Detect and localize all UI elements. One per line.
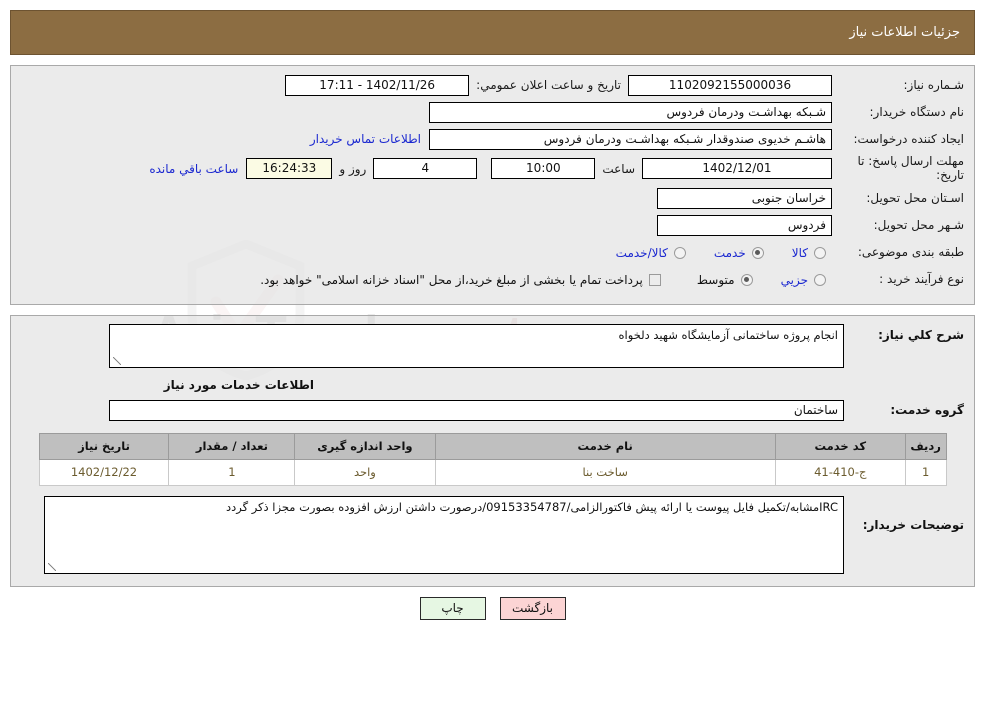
- th-code: کد خدمت: [774, 432, 906, 460]
- creator-value: هاشـم خدیوی صندوقدار شـبکه بهداشـت ودرما…: [429, 128, 832, 150]
- province-value: خراسان جنوبی: [657, 188, 832, 210]
- city-value: فردوس: [657, 215, 832, 237]
- deadline-time-value: 10:00: [491, 158, 596, 180]
- th-date: تاریخ نیاز: [38, 432, 170, 460]
- radio-khedmat-icon[interactable]: [751, 246, 764, 259]
- general-description-label: شرح کلي نیاز:: [878, 327, 964, 342]
- service-group-label: گروه خدمت:: [890, 403, 964, 418]
- announce-value: 1402/11/26 - 17:11: [285, 74, 470, 96]
- need-info-panel: شـماره نیاز: 1102092155000036 تاریخ و سا…: [10, 65, 975, 305]
- need-number-row: شـماره نیاز: 1102092155000036 تاریخ و سا…: [21, 74, 964, 96]
- remaining-label: ساعت باقي مانده: [149, 161, 239, 176]
- creator-row: ایجاد کننده درخواست: هاشـم خدیوی صندوقدا…: [21, 128, 964, 150]
- deadline-label: مهلت ارسال پاسخ: تا تاریخ:: [857, 154, 964, 182]
- resize-grip-icon[interactable]: [112, 356, 122, 366]
- cell-name: ساخت بنا: [434, 458, 776, 486]
- general-description-textarea[interactable]: انجام پروژه ساختمانی آزمایشگاه شهید دلخو…: [109, 323, 844, 368]
- category-option-1-label: خدمت: [713, 245, 746, 260]
- print-button[interactable]: چاپ: [419, 596, 486, 620]
- process-label: نوع فرآیند خرید :: [879, 272, 964, 287]
- notes-resize-grip-icon[interactable]: [47, 562, 57, 572]
- page-header: جزئیات اطلاعات نیاز: [10, 10, 975, 55]
- general-description-row: شرح کلي نیاز: انجام پروژه ساختمانی آزمای…: [21, 323, 964, 368]
- buyer-notes-label: توضیحات خریدار:: [862, 517, 964, 532]
- creator-label: ایجاد کننده درخواست:: [853, 131, 964, 146]
- services-info-title: اطلاعات خدمات مورد نیاز: [163, 377, 314, 392]
- th-radif: ردیف: [904, 432, 947, 460]
- need-number-value: 1102092155000036: [628, 74, 832, 96]
- category-option-khedmat[interactable]: خدمت: [714, 246, 770, 260]
- category-row: طبقه بندی موضوعی: کالا خدمت کالا/خدمت: [21, 242, 964, 264]
- cell-need-date: 1402/12/22: [38, 458, 170, 486]
- buyer-notes-textarea[interactable]: IRCمشابه/تکمیل فایل پیوست یا ارائه پیش ف…: [44, 495, 844, 574]
- process-row: نوع فرآیند خرید : جزیي متوسط پرداخت تمام…: [21, 269, 964, 291]
- province-label: اسـتان محل تحویل:: [866, 191, 964, 206]
- buyer-org-value: شـبکه بهداشـت ودرمان فردوس: [429, 101, 832, 123]
- buyer-contact-link[interactable]: اطلاعات تماس خریدار: [310, 132, 421, 146]
- table-header-row: ردیف کد خدمت نام خدمت واحد اندازه گیری ت…: [38, 432, 947, 460]
- radio-motavaset-icon[interactable]: [740, 273, 753, 286]
- th-name: نام خدمت: [434, 432, 776, 460]
- treasury-text: پرداخت تمام یا بخشی از مبلغ خرید،از محل …: [260, 272, 643, 287]
- city-label: شـهر محل تحویل:: [873, 218, 964, 233]
- cell-radif: 1: [904, 458, 947, 486]
- back-button[interactable]: بازگشت: [499, 596, 566, 620]
- deadline-date-value: 1402/12/01: [642, 158, 832, 180]
- service-group-row: گروه خدمت: ساختمان: [21, 399, 964, 421]
- category-option-kala-khedmat[interactable]: کالا/خدمت: [616, 246, 692, 260]
- category-label: طبقه بندی موضوعی:: [857, 245, 964, 260]
- deadline-row: مهلت ارسال پاسخ: تا تاریخ: 1402/12/01 سا…: [21, 154, 964, 183]
- category-option-0-label: کالا: [791, 245, 808, 260]
- process-option-jozei[interactable]: جزیي: [781, 273, 832, 287]
- process-option-1-label: متوسط: [696, 272, 735, 287]
- cell-unit: واحد: [294, 458, 436, 486]
- page-title: جزئیات اطلاعات نیاز: [849, 25, 960, 40]
- th-qty: تعداد / مقدار: [168, 432, 296, 460]
- description-panel: شرح کلي نیاز: انجام پروژه ساختمانی آزمای…: [10, 314, 975, 587]
- cell-qty: 1: [168, 458, 296, 486]
- service-items-table: ردیف کد خدمت نام خدمت واحد اندازه گیری ت…: [38, 432, 947, 486]
- days-remaining-value: 4: [373, 158, 478, 180]
- table-row: 1 ج-410-41 ساخت بنا واحد 1 1402/12/22: [38, 458, 947, 486]
- radio-kala-icon[interactable]: [814, 246, 826, 259]
- buyer-org-row: نام دستگاه خریدار: شـبکه بهداشـت ودرمان …: [21, 101, 964, 123]
- buyer-org-label: نام دستگاه خریدار:: [869, 104, 965, 119]
- cell-code: ج-410-41: [774, 458, 906, 486]
- treasury-checkbox-group[interactable]: پرداخت تمام یا بخشی از مبلغ خرید،از محل …: [260, 273, 667, 287]
- buyer-notes-value: IRCمشابه/تکمیل فایل پیوست یا ارائه پیش ف…: [225, 499, 838, 514]
- service-group-value: ساختمان: [109, 399, 844, 421]
- radio-kala-khedmat-icon[interactable]: [673, 246, 686, 259]
- process-option-motavaset[interactable]: متوسط: [697, 273, 759, 287]
- category-option-kala[interactable]: کالا: [792, 246, 832, 260]
- general-description-value: انجام پروژه ساختمانی آزمایشگاه شهید دلخو…: [618, 327, 838, 342]
- days-label: روز و: [339, 161, 367, 176]
- treasury-checkbox-icon[interactable]: [648, 273, 661, 286]
- countdown-value: 16:24:33: [246, 158, 333, 180]
- buyer-notes-row: توضیحات خریدار: IRCمشابه/تکمیل فایل پیوس…: [21, 495, 964, 574]
- th-unit: واحد اندازه گیری: [294, 432, 436, 460]
- hour-label: ساعت: [602, 161, 635, 176]
- footer-actions: بازگشت چاپ: [0, 596, 985, 620]
- category-option-2-label: کالا/خدمت: [615, 245, 668, 260]
- radio-jozei-icon[interactable]: [814, 273, 826, 286]
- announce-label: تاریخ و ساعت اعلان عمومي:: [476, 78, 621, 92]
- process-option-0-label: جزیي: [780, 272, 808, 287]
- province-row: اسـتان محل تحویل: خراسان جنوبی: [21, 188, 964, 210]
- need-number-label: شـماره نیاز:: [903, 77, 964, 92]
- city-row: شـهر محل تحویل: فردوس: [21, 215, 964, 237]
